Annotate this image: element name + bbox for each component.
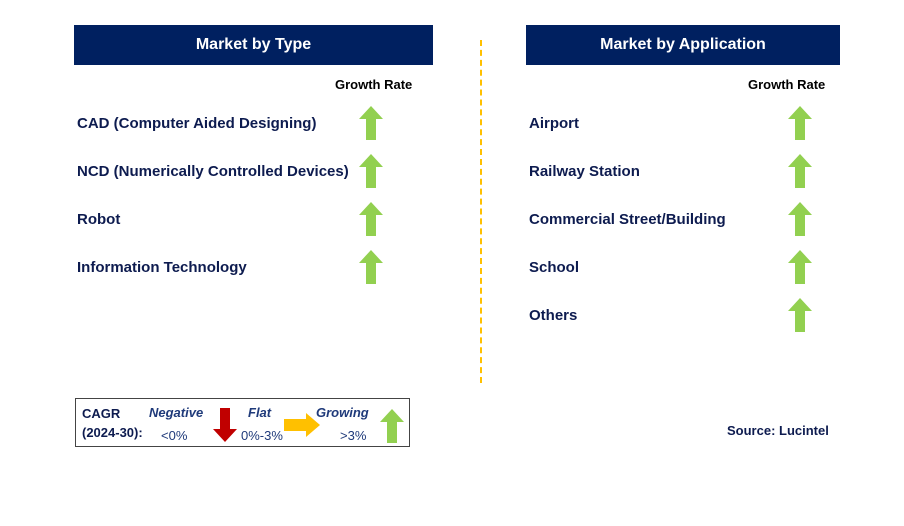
segment-label: CAD (Computer Aided Designing) (77, 115, 317, 132)
down-arrow-icon (213, 408, 237, 442)
source-label: Source: Lucintel (727, 423, 829, 438)
legend-growing-range: >3% (340, 428, 367, 443)
growth-rate-label: Growth Rate (335, 77, 413, 92)
divider (480, 40, 482, 383)
up-arrow-icon (380, 409, 404, 443)
growth-up-arrow-icon (788, 202, 812, 236)
growth-up-arrow-icon (788, 106, 812, 140)
segment-label: NCD (Numerically Controlled Devices) (77, 163, 349, 180)
growth-rate-label: Growth Rate (748, 77, 826, 92)
market-by-application-header: Market by Application (526, 25, 840, 65)
growth-up-arrow-icon (788, 154, 812, 188)
growth-up-arrow-icon (359, 202, 383, 236)
legend-cagr: CAGR (82, 406, 121, 421)
segment-label: Airport (529, 115, 579, 132)
growth-up-arrow-icon (788, 298, 812, 332)
growth-up-arrow-icon (359, 250, 383, 284)
growth-up-arrow-icon (788, 250, 812, 284)
legend-negative: Negative (149, 405, 204, 420)
legend-flat: Flat (248, 405, 272, 420)
legend-flat-range: 0%-3% (241, 428, 283, 443)
legend-negative-range: <0% (161, 428, 188, 443)
segment-label: Information Technology (77, 259, 247, 276)
cagr-legend: CAGR (2024-30): Negative <0% Flat 0%-3% … (75, 398, 410, 447)
segment-label: School (529, 259, 580, 276)
legend-period: (2024-30): (82, 425, 143, 440)
segment-label: Robot (77, 211, 121, 228)
growth-up-arrow-icon (359, 106, 383, 140)
right-arrow-icon (284, 413, 320, 437)
segment-label: Others (529, 307, 578, 324)
market-by-type-header: Market by Type (74, 25, 433, 65)
legend-growing: Growing (316, 405, 369, 420)
segment-label: Commercial Street/Building (529, 211, 726, 228)
segment-label: Railway Station (529, 163, 640, 180)
growth-up-arrow-icon (359, 154, 383, 188)
